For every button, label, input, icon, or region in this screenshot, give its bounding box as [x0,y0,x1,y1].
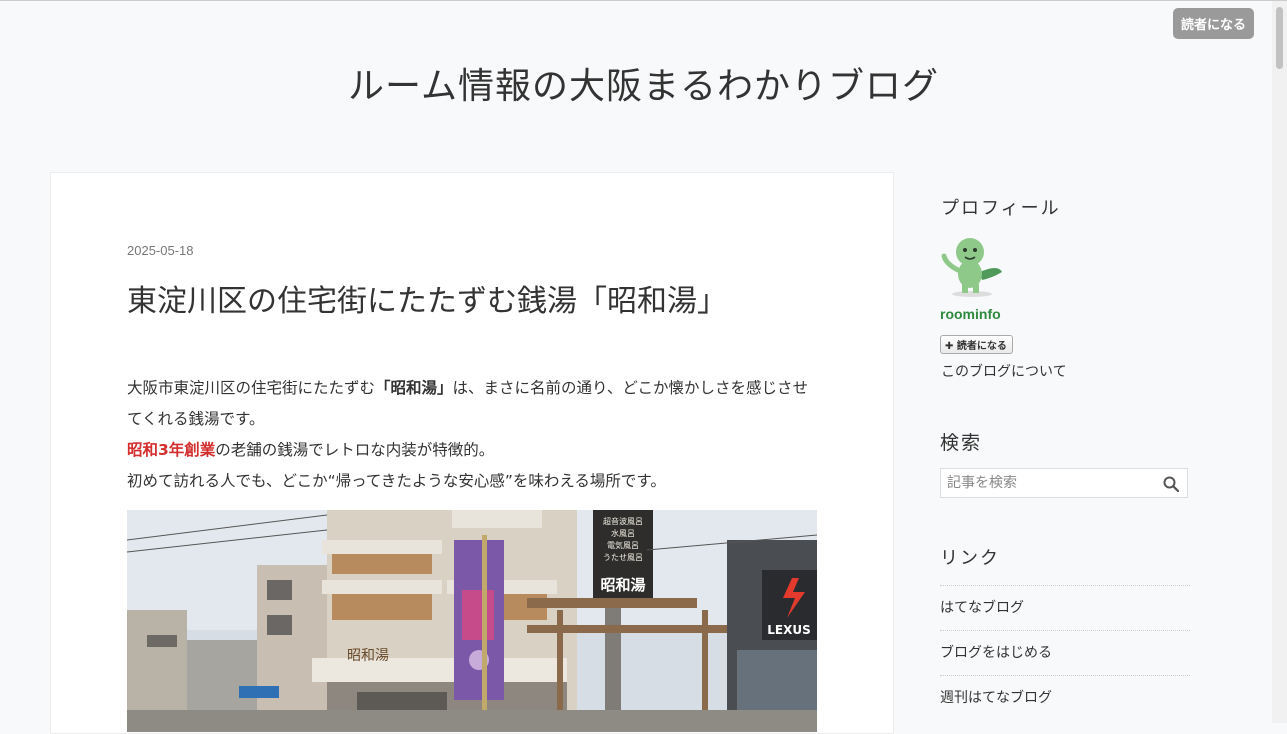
links-list: はてなブログ ブログをはじめる 週刊はてなブログ [940,585,1190,720]
paragraph-1: 大阪市東淀川区の住宅街にたたずむ「昭和湯」は、まさに名前の通り、どこか懐かしさを… [127,373,817,435]
blog-title[interactable]: ルーム情報の大阪まるわかりブログ [0,57,1287,109]
sign-item-3: 電気風呂 [607,540,639,550]
entry-title[interactable]: 東淀川区の住宅街にたたずむ銭湯「昭和湯」 [127,276,827,320]
profile-heading: プロフィール [941,198,1061,219]
entry-body: 大阪市東淀川区の住宅街にたたずむ「昭和湯」は、まさに名前の通り、どこか懐かしさを… [127,373,817,497]
about-blog-link[interactable]: このブログについて [941,361,1067,381]
link-weekly-hatena-blog[interactable]: 週刊はてなブログ [940,675,1190,720]
link-hatena-blog[interactable]: はてなブログ [940,585,1190,630]
avatar[interactable] [940,234,1004,298]
subscribe-button[interactable]: 読者になる [1173,8,1255,39]
scrollbar[interactable] [1272,1,1287,723]
search-input[interactable] [941,469,1163,497]
entry-date[interactable]: 2025-05-18 [127,243,194,258]
search-heading: 検索 [940,432,983,454]
entry-container: 2025-05-18 東淀川区の住宅街にたたずむ銭湯「昭和湯」 大阪市東淀川区の… [50,172,894,734]
link-start-blog[interactable]: ブログをはじめる [940,630,1190,675]
sign-item-1: 超音波風呂 [603,516,643,526]
search-icon[interactable] [1163,476,1179,492]
store-sign-text: LEXUS [767,623,810,637]
entry-photo: 昭和湯 超音波風呂 水風呂 電気風呂 うたせ風呂 昭和湯 LEXUS [127,510,817,732]
paragraph-3: 初めて訪れる人でも、どこか“帰ってきたような安心感”を味わえる場所です。 [127,472,666,490]
paragraph-2-text: の老舗の銭湯でレトロな内装が特徴的。 [215,441,495,459]
profile-username[interactable]: roominfo [940,306,1001,322]
paragraph-1-text: 大阪市東淀川区の住宅街にたたずむ [127,379,376,397]
plus-icon: ✚ [945,341,957,352]
awning-text: 昭和湯 [347,647,389,664]
bold-name: 「昭和湯」 [375,379,453,397]
sign-main-text: 昭和湯 [600,576,645,594]
search-box [940,468,1188,498]
paragraph-2: 昭和3年創業の老舗の銭湯でレトロな内装が特徴的。 [127,435,817,466]
profile-subscribe-label: 読者になる [956,341,1007,352]
sign-item-2: 水風呂 [611,528,635,538]
profile-subscribe-button[interactable]: ✚ 読者になる [940,335,1013,354]
highlight-founded: 昭和3年創業 [127,441,216,459]
links-heading: リンク [940,548,1000,569]
sign-item-4: うたせ風呂 [603,553,643,562]
